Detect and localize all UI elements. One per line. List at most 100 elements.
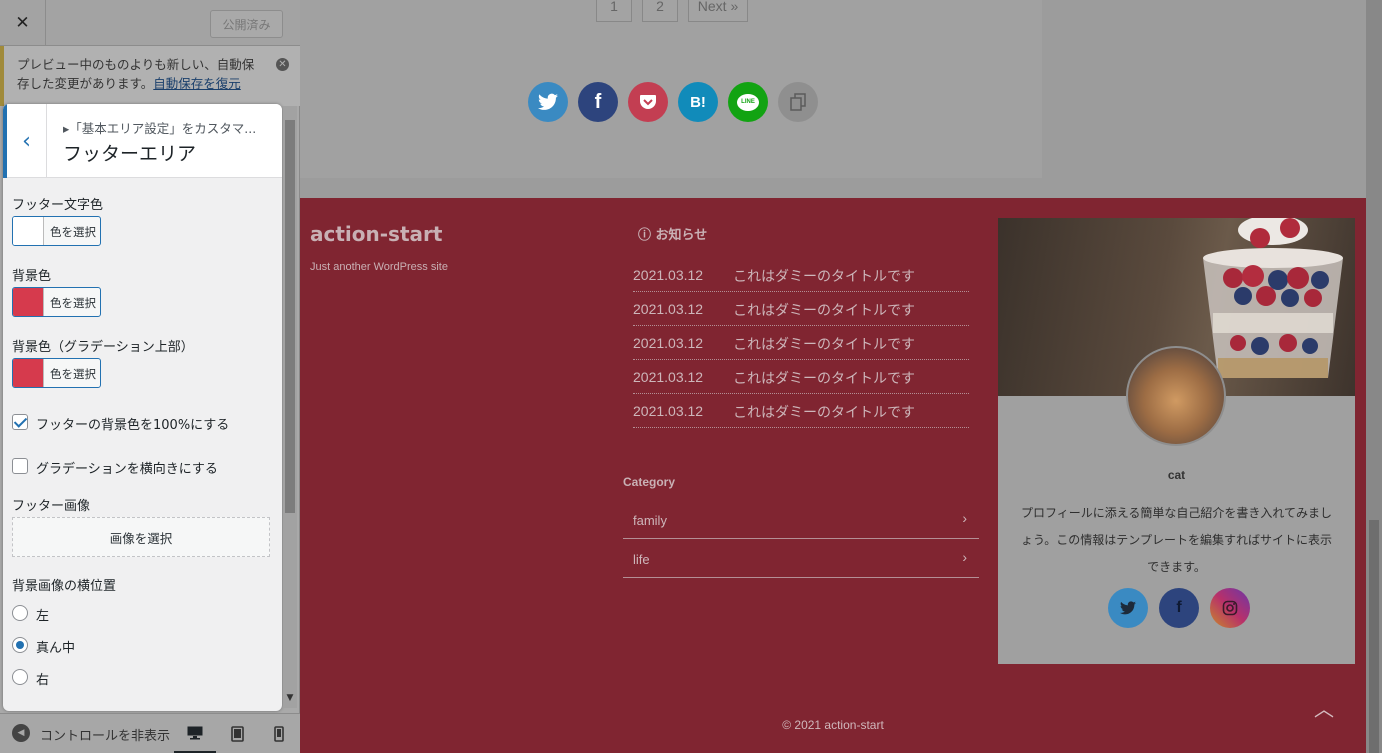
site-preview: 1 2 Next » f B! LINE action-start Just a… [300,0,1382,753]
facebook-icon: f [594,90,602,113]
pagination-page-1[interactable]: 1 [596,0,632,22]
pagination-page-2[interactable]: 2 [642,0,678,22]
news-date: 2021.03.12 [633,335,704,351]
position-right-label[interactable]: 右 [36,669,49,688]
profile-card: cat プロフィールに添える簡単な自己紹介を書き入れてみましょう。この情報はテン… [998,215,1355,664]
color-swatch [13,217,44,245]
sidebar-scrollbar[interactable] [283,106,297,708]
profile-facebook-button[interactable]: f [1159,588,1199,628]
share-facebook-button[interactable]: f [578,82,618,122]
profile-description: プロフィールに添える簡単な自己紹介を書き入れてみましょう。この情報はテンプレート… [1020,506,1333,574]
news-title[interactable]: これはダミーのタイトルです [733,334,915,354]
collapse-sidebar-label[interactable]: コントロールを非表示 [40,725,170,744]
panel-header: ‹ ▸「基本エリア設定」をカスタマ... フッターエリア [3,104,282,178]
news-date: 2021.03.12 [633,403,704,419]
position-center-radio[interactable] [12,637,28,653]
color-select-label: 色を選択 [50,296,96,310]
customizer-header: ✕ 公開済み [0,0,300,46]
footer-area-panel: ‹ ▸「基本エリア設定」をカスタマ... フッターエリア フッター文字色 色を選… [3,104,282,711]
preview-mobile-button[interactable] [258,714,300,753]
category-item-life[interactable]: life › [623,539,979,578]
footer-tagline: Just another WordPress site [310,261,448,273]
position-left-label[interactable]: 左 [36,605,49,624]
preview-scrollbar-thumb[interactable] [1369,520,1379,753]
share-pocket-button[interactable] [628,82,668,122]
position-left-radio[interactable] [12,605,28,621]
avatar [1126,346,1226,446]
category-heading: Category [623,475,676,489]
share-hatena-button[interactable]: B! [678,82,718,122]
breadcrumb: ▸「基本エリア設定」をカスタマ... [63,121,257,136]
color-select-label: 色を選択 [50,225,96,239]
footer-text-color-label: フッター文字色 [12,198,104,213]
news-date: 2021.03.12 [633,267,704,283]
back-button[interactable]: ‹ [3,104,47,178]
line-icon: LINE [737,93,759,111]
news-title[interactable]: これはダミーのタイトルです [733,266,915,286]
scroll-down-arrow-icon[interactable]: ▼ [283,690,297,706]
pagination-next[interactable]: Next » [688,0,748,22]
bg-gradient-color-button[interactable]: 色を選択 [12,358,101,388]
autosave-notice-text: プレビュー中のものよりも新しい、自動保存した変更があります。自動保存を復元 [17,55,262,93]
desktop-icon [187,726,203,739]
news-date: 2021.03.12 [633,301,704,317]
news-item[interactable]: 2021.03.12 これはダミーのタイトルです [633,326,969,360]
news-item[interactable]: 2021.03.12 これはダミーのタイトルです [633,360,969,394]
news-item[interactable]: 2021.03.12 これはダミーのタイトルです [633,394,969,428]
gradient-horizontal-label[interactable]: グラデーションを横向きにする [36,458,218,477]
publish-button[interactable]: 公開済み [210,10,283,38]
news-title[interactable]: これはダミーのタイトルです [733,402,915,422]
news-heading: ⓘ お知らせ [638,228,708,243]
footer-text-color-button[interactable]: 色を選択 [12,216,101,246]
news-item[interactable]: 2021.03.12 これはダミーのタイトルです [633,292,969,326]
chevron-right-icon: › [962,549,967,565]
restore-autosave-link[interactable]: 自動保存を復元 [153,76,241,91]
hatena-icon: B! [690,93,706,111]
category-item-family[interactable]: family › [623,500,979,539]
mobile-icon [274,726,284,742]
copyright: © 2021 action-start [782,718,884,732]
gradient-horizontal-checkbox[interactable] [12,458,28,474]
share-twitter-button[interactable] [528,82,568,122]
category-label: family [633,513,667,528]
chevron-right-icon: › [962,510,967,526]
news-item[interactable]: 2021.03.12 これはダミーのタイトルです [633,258,969,292]
full-width-checkbox[interactable] [12,414,28,430]
close-icon: ✕ [15,13,30,32]
panel-title: フッターエリア [63,143,197,165]
share-copy-button[interactable] [778,82,818,122]
position-right-radio[interactable] [12,669,28,685]
customizer-sidebar: ✕ 公開済み プレビュー中のものよりも新しい、自動保存した変更があります。自動保… [0,0,300,753]
close-customizer-button[interactable]: ✕ [0,0,46,46]
bg-color-label: 背景色 [12,269,52,284]
footer-image-label: フッター画像 [12,499,91,514]
customizer-footer: ◀ コントロールを非表示 [0,713,300,753]
pocket-icon [640,95,656,109]
footer-site-title[interactable]: action-start [310,222,442,246]
full-width-label[interactable]: フッターの背景色を100%にする [36,414,229,433]
collapse-sidebar-icon[interactable]: ◀ [12,724,30,742]
color-swatch [13,288,44,316]
twitter-icon [538,93,558,110]
profile-instagram-button[interactable] [1210,588,1250,628]
preview-scrollbar[interactable] [1366,0,1382,753]
preview-desktop-button[interactable] [174,714,216,753]
color-swatch [13,359,44,387]
instagram-icon [1222,600,1238,616]
sidebar-scrollbar-thumb[interactable] [285,120,295,513]
bg-position-label: 背景画像の横位置 [12,579,117,594]
site-footer: action-start Just another WordPress site… [300,198,1366,753]
select-image-button[interactable]: 画像を選択 [12,517,270,557]
profile-name: cat [1167,468,1186,482]
news-title[interactable]: これはダミーのタイトルです [733,300,915,320]
autosave-notice: プレビュー中のものよりも新しい、自動保存した変更があります。自動保存を復元 ✕ [0,46,300,106]
page-top-button[interactable]: ︿ [1314,693,1334,722]
news-title[interactable]: これはダミーのタイトルです [733,368,915,388]
share-line-button[interactable]: LINE [728,82,768,122]
position-center-label[interactable]: 真ん中 [36,637,75,656]
profile-twitter-button[interactable] [1108,588,1148,628]
preview-tablet-button[interactable] [216,714,258,753]
bg-color-button[interactable]: 色を選択 [12,287,101,317]
dismiss-notice-icon[interactable]: ✕ [276,58,289,71]
content-area: 1 2 Next » f B! LINE [300,0,1042,178]
